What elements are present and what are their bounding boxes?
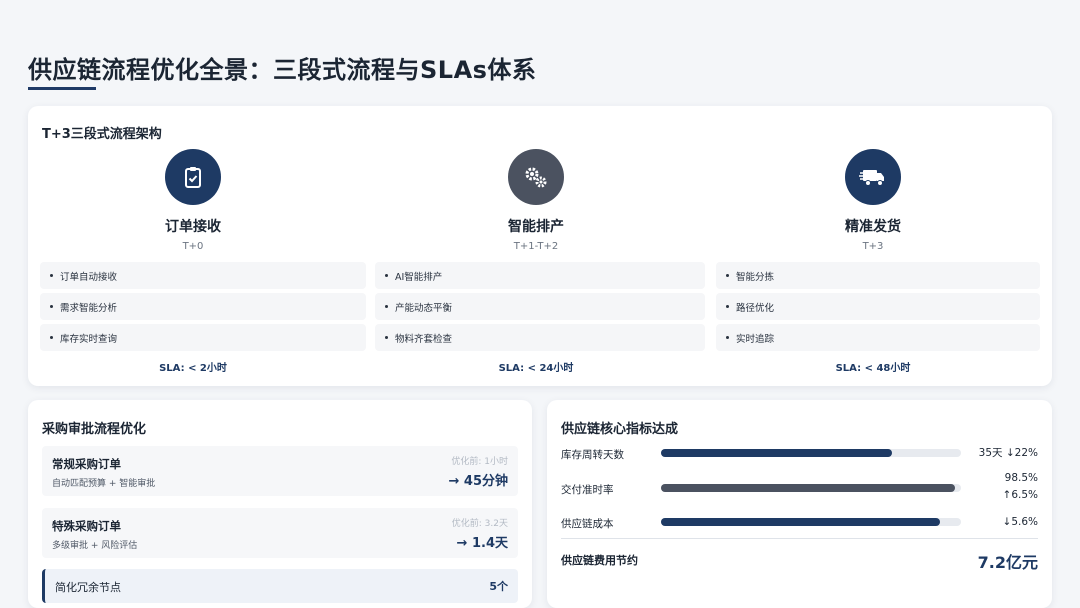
stage-time: T+0 [182, 241, 204, 252]
list-item: 实时追踪 [716, 324, 1040, 351]
stage-time: T+3 [862, 241, 884, 252]
list-item: 物料齐套检查 [375, 324, 705, 351]
simplify-label: 简化冗余节点 [55, 581, 121, 594]
kpi-bar-track [661, 518, 961, 526]
stage-sla: SLA: < 24小时 [498, 363, 574, 374]
kpi-bar-track [661, 484, 961, 492]
saving-label: 供应链费用节约 [561, 554, 638, 567]
kpi-value: 98.5% ↑6.5% [1003, 470, 1038, 504]
flow-card: T+3三段式流程架构 订单接收 T+0 订单自动接收 需求智能分析 库存实时查询… [28, 106, 1052, 386]
list-item: 需求智能分析 [40, 293, 366, 320]
row-desc: 自动匹配预算 + 智能审批 [52, 479, 156, 489]
stage-name: 订单接收 [165, 219, 221, 235]
stage-shipping: 精准发货 T+3 智能分拣 路径优化 实时追踪 SLA: < 48小时 [708, 106, 1040, 386]
kpi-value: 35天 ↓22% [978, 447, 1038, 459]
stage-sla: SLA: < 2小时 [159, 363, 227, 374]
kpi-title: 供应链核心指标达成 [561, 422, 679, 437]
kpi-bar-track [661, 449, 961, 457]
stage-time: T+1-T+2 [513, 241, 559, 252]
procurement-card: 采购审批流程优化 常规采购订单 自动匹配预算 + 智能审批 优化前: 1小时 →… [28, 400, 532, 608]
page-title: 供应链流程优化全景：三段式流程与SLAs体系 [28, 56, 537, 84]
list-item: 订单自动接收 [40, 262, 366, 289]
row-before: 优化前: 1小时 [451, 457, 508, 467]
stage-name: 智能排产 [508, 219, 564, 235]
kpi-bar-fill [661, 484, 955, 492]
saving-value: 7.2亿元 [977, 553, 1038, 572]
list-item: 库存实时查询 [40, 324, 366, 351]
list-item: 产能动态平衡 [375, 293, 705, 320]
procurement-row: 常规采购订单 自动匹配预算 + 智能审批 优化前: 1小时 → 45分钟 [42, 446, 518, 496]
kpi-card: 供应链核心指标达成 库存周转天数 35天 ↓22% 交付准时率 98.5% ↑6… [547, 400, 1052, 608]
row-before: 优化前: 3.2天 [451, 519, 508, 529]
kpi-label: 交付准时率 [561, 484, 614, 496]
kpi-label: 供应链成本 [561, 518, 614, 530]
stage-scheduling: 智能排产 T+1-T+2 AI智能排产 产能动态平衡 物料齐套检查 SLA: <… [371, 106, 705, 386]
row-after: → 1.4天 [456, 536, 508, 551]
kpi-label: 库存周转天数 [561, 449, 624, 461]
divider [561, 538, 1038, 539]
row-name: 常规采购订单 [52, 457, 121, 471]
procurement-row: 特殊采购订单 多级审批 + 风险评估 优化前: 3.2天 → 1.4天 [42, 508, 518, 558]
row-after: → 45分钟 [448, 474, 508, 489]
gears-icon [508, 149, 564, 205]
row-name: 特殊采购订单 [52, 519, 121, 533]
stage-sla: SLA: < 48小时 [835, 363, 911, 374]
kpi-value-change: ↑6.5% [1002, 489, 1038, 501]
stage-order-receive: 订单接收 T+0 订单自动接收 需求智能分析 库存实时查询 SLA: < 2小时 [28, 106, 366, 386]
clipboard-check-icon [165, 149, 221, 205]
kpi-value: ↓5.6% [1002, 516, 1038, 528]
procurement-title: 采购审批流程优化 [42, 422, 147, 437]
title-underline [28, 87, 96, 90]
list-item: AI智能排产 [375, 262, 705, 289]
row-desc: 多级审批 + 风险评估 [52, 541, 138, 551]
kpi-bar-fill [661, 449, 892, 457]
stage-name: 精准发货 [845, 219, 901, 235]
simplify-value: 5个 [489, 580, 508, 593]
truck-icon [845, 149, 901, 205]
kpi-bar-fill [661, 518, 940, 526]
list-item: 路径优化 [716, 293, 1040, 320]
list-item: 智能分拣 [716, 262, 1040, 289]
kpi-value-primary: 98.5% [1004, 472, 1038, 484]
simplify-row: 简化冗余节点 5个 [42, 569, 518, 603]
